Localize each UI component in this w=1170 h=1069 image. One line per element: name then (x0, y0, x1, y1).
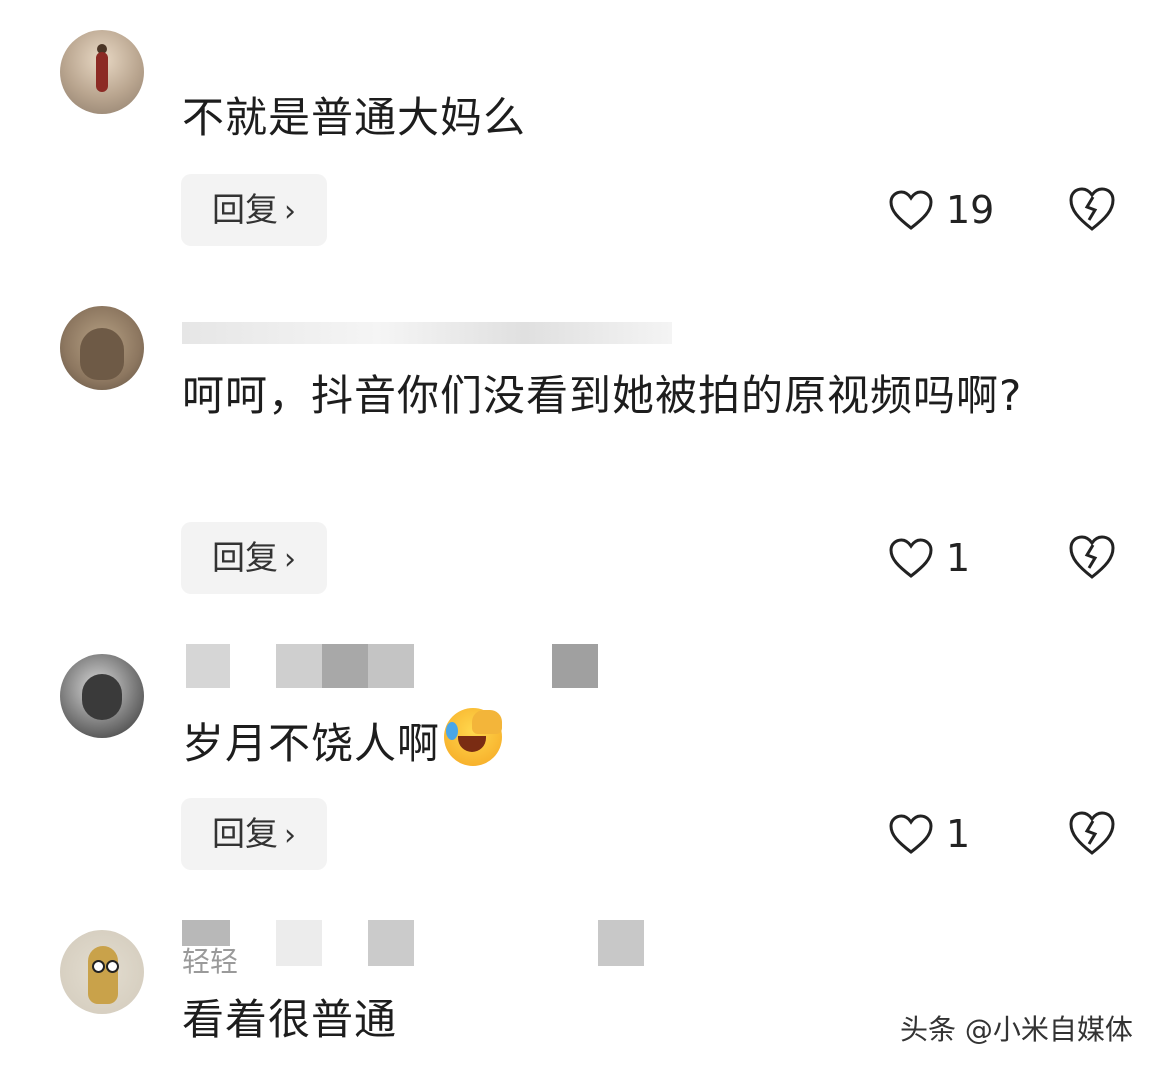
blurred-username (368, 644, 414, 688)
blurred-username (182, 322, 672, 344)
reply-label: 回复 (212, 190, 278, 229)
comment-text: 看着很普通 (182, 995, 398, 1044)
comment-text: 岁月不饶人啊 (182, 708, 503, 778)
like-button[interactable]: 1 (888, 810, 970, 858)
broken-heart-icon[interactable] (1068, 186, 1116, 232)
reply-button[interactable]: 回复 › (181, 798, 327, 870)
like-button[interactable]: 1 (888, 534, 970, 582)
blurred-username (322, 644, 368, 688)
blurred-username (276, 644, 322, 688)
chevron-right-icon: › (284, 542, 296, 577)
avatar[interactable] (60, 306, 144, 390)
heart-outline-icon (889, 190, 933, 230)
blurred-username (368, 920, 414, 966)
chevron-right-icon: › (284, 194, 296, 229)
blurred-username (186, 644, 230, 688)
broken-heart-icon[interactable] (1068, 810, 1116, 856)
like-count: 1 (946, 536, 971, 580)
chevron-right-icon: › (284, 818, 296, 853)
blurred-username (598, 920, 644, 966)
comment-text: 呵呵，抖音你们没看到她被拍的原视频吗啊? (182, 371, 1023, 420)
reply-label: 回复 (212, 538, 278, 577)
heart-outline-icon (889, 814, 933, 854)
blurred-username (276, 920, 322, 966)
avatar[interactable] (60, 654, 144, 738)
blurred-username (552, 644, 598, 688)
broken-heart-icon[interactable] (1068, 534, 1116, 580)
like-count: 19 (946, 188, 995, 232)
reply-button[interactable]: 回复 › (181, 174, 327, 246)
watermark: 头条 @小米自媒体 (900, 1013, 1133, 1046)
comment-text: 不就是普通大妈么 (182, 93, 527, 142)
username[interactable]: 轻轻 (182, 940, 238, 980)
like-button[interactable]: 19 (888, 186, 994, 234)
like-count: 1 (946, 812, 971, 856)
comment-text-content: 岁月不饶人啊 (182, 719, 441, 768)
reply-label: 回复 (212, 814, 278, 853)
avatar[interactable] (60, 30, 144, 114)
laughing-crying-emoji-icon (444, 708, 503, 766)
reply-button[interactable]: 回复 › (181, 522, 327, 594)
avatar[interactable] (60, 930, 144, 1014)
heart-outline-icon (889, 538, 933, 578)
